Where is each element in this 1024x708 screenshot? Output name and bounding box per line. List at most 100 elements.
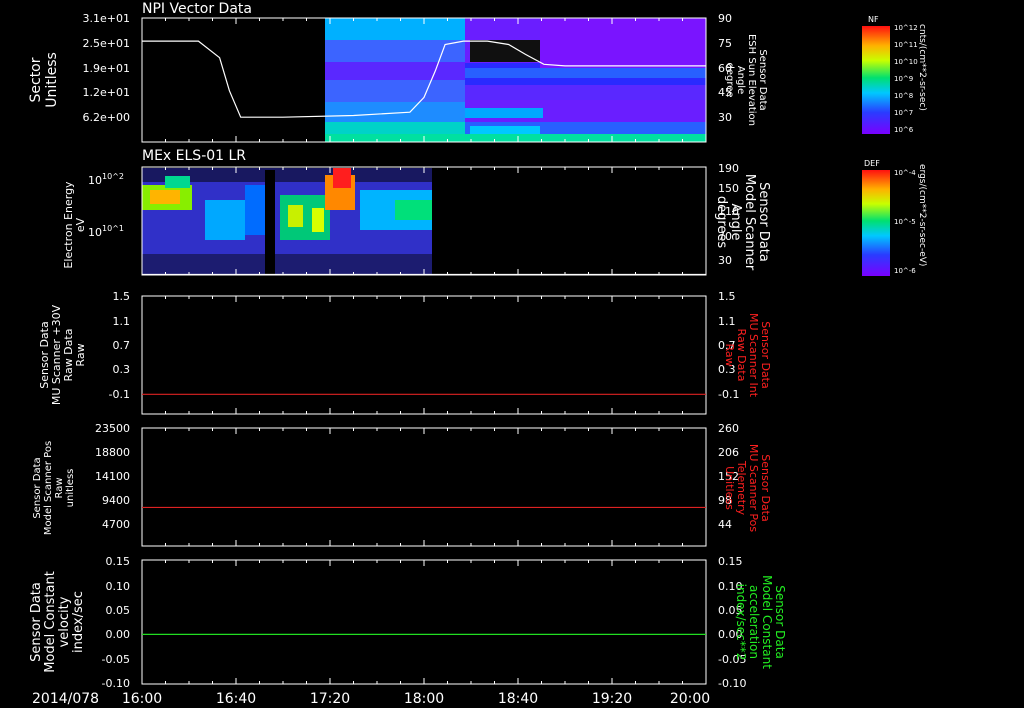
time-tick-label: 17:20 [310,691,350,707]
axis-label-line: Sector [28,57,44,102]
ytick-label: 23500 [95,422,130,435]
ytick-label: 1010^1 [88,224,124,239]
heatmap-band [325,40,465,62]
heatmap-band [325,134,706,142]
ytick-label: 44 [718,518,732,531]
panel-2-left-ticks: 1010^2 1010^1 [88,172,124,239]
ytick-label: 1010^2 [88,172,124,187]
ytick-label: 30 [718,254,732,267]
colorbar-tick: 10^-4 [894,169,916,177]
ytick-label: 30 [718,111,732,124]
ytick-label: 1.5 [718,290,736,303]
ytick-label: 206 [718,446,739,459]
colorbar-units: cnts/(cm**2-sr-sec) [917,24,927,111]
ytick-label: -0.1 [109,388,130,401]
ytick-label: 1.1 [113,315,131,328]
axis-label-line: Unitless [44,52,60,108]
panel-mu-scanner-raw: 1.5 1.1 0.7 0.3 -0.1 1.5 1.1 0.7 0.3 -0.… [38,290,772,415]
colorbar-tick: 10^-6 [894,267,916,275]
heatmap-band [288,205,303,227]
multi-panel-plot: NPI Vector Data 3.1e+01 2.5e+01 1.9e+01 … [28,1,927,707]
ytick-exponent: 10^2 [102,172,124,181]
axis-label-line: unitless [65,469,76,508]
ytick-label: -0.05 [102,653,130,666]
heatmap-band [465,108,543,118]
ytick-label: 4700 [102,518,130,531]
time-tick-label: 16:00 [122,691,162,707]
axis-label-line: Raw [74,343,87,366]
panel-3-axes-box [141,295,707,415]
ytick-label: 3.1e+01 [83,12,130,25]
panel-4-axes-box [141,427,707,547]
axis-label-line: ESH Sun Elevation [746,34,757,126]
time-tick-label: 16:40 [216,691,256,707]
ytick-label: -0.10 [102,677,130,690]
colorbar-tick: 10^6 [894,126,914,134]
colorbar-gradient [862,26,890,134]
colorbar-tick: 10^-5 [894,218,916,226]
axis-label-line: Sensor Data [757,49,768,110]
ytick-label: 0.15 [106,555,131,568]
ytick-label: 6.2e+00 [83,111,130,124]
panel-1-title: NPI Vector Data [142,1,252,17]
heatmap-band [333,168,351,188]
panel-4-left-axis-label: Sensor Data Model Scanner Pos Raw unitle… [32,441,76,535]
ytick-label: 75 [718,37,732,50]
colorbar-label: NF [868,15,879,24]
date-label: 2014/078 [32,691,99,707]
ytick-label: 260 [718,422,739,435]
colorbar-nf: NF 10^12 10^11 10^10 10^9 10^8 10^7 10^6… [862,15,927,134]
ytick-exponent: 10^1 [102,224,124,233]
ytick-label: 2.5e+01 [83,37,130,50]
axis-label-line: Sensor Data [32,457,43,518]
heatmap-band [325,102,465,122]
colorbar-tick: 10^11 [894,41,918,49]
heatmap-band [465,85,706,100]
panel-2-left-axis-label: Electron Energy eV [62,181,87,269]
time-tick-label: 20:00 [670,691,710,707]
ytick-label: 150 [718,182,739,195]
ytick-label: 0.7 [113,339,131,352]
heatmap-band [325,80,465,102]
heatmap-band [165,176,190,188]
axis-label-line: Angle [728,204,743,241]
heatmap-band [395,200,432,220]
axis-label-line: Model Constant [43,571,58,673]
colorbar-units: ergs/(cm**2-sr-sec-eV) [917,164,927,266]
panel-1-left-axis-label: Sector Unitless [28,52,60,108]
heatmap-band [540,18,706,68]
ytick-label: 9400 [102,494,130,507]
axis-label-line: velocity [57,596,72,647]
axis-label-line: eV [74,217,87,232]
panel-scanner-pos: 23500 18800 14100 9400 4700 260 206 152 … [32,422,772,547]
axis-label-line: Raw [723,343,736,366]
colorbar-gradient [862,170,890,276]
axis-label-line: Angle [735,66,746,94]
ytick-label: 14100 [95,470,130,483]
time-tick-label: 18:40 [498,691,538,707]
colorbar-tick: 10^7 [894,109,913,117]
time-tick-label: 19:20 [592,691,632,707]
panel-2-title: MEx ELS-01 LR [142,148,246,164]
ytick-label: 1.5 [113,290,131,303]
axis-label-line: Unitless [723,466,736,510]
ytick-label: 0.05 [106,604,131,617]
ytick-label: 1.9e+01 [83,62,130,75]
ytick-label: 0.00 [106,628,131,641]
colorbar-tick: 10^10 [894,58,918,66]
axis-label-line: Sensor Data [29,582,44,662]
heatmap-band [265,170,275,274]
axis-label-line: degree [724,62,735,97]
colorbar-tick: 10^12 [894,24,918,32]
axis-label-line: Sensor Data [756,182,771,262]
axis-label-line: index/sec [71,591,86,653]
colorbar-tick: 10^9 [894,75,913,83]
axis-label-line: Raw [54,477,65,498]
time-tick-label: 18:00 [404,691,444,707]
panel-1-heatmap [325,18,706,142]
ytick-label: 0.15 [718,555,743,568]
axis-label-line: Sensor Data [773,585,787,659]
ytick-label: -0.10 [718,677,746,690]
heatmap-band [325,18,465,40]
axis-label-line: degrees [714,196,729,249]
